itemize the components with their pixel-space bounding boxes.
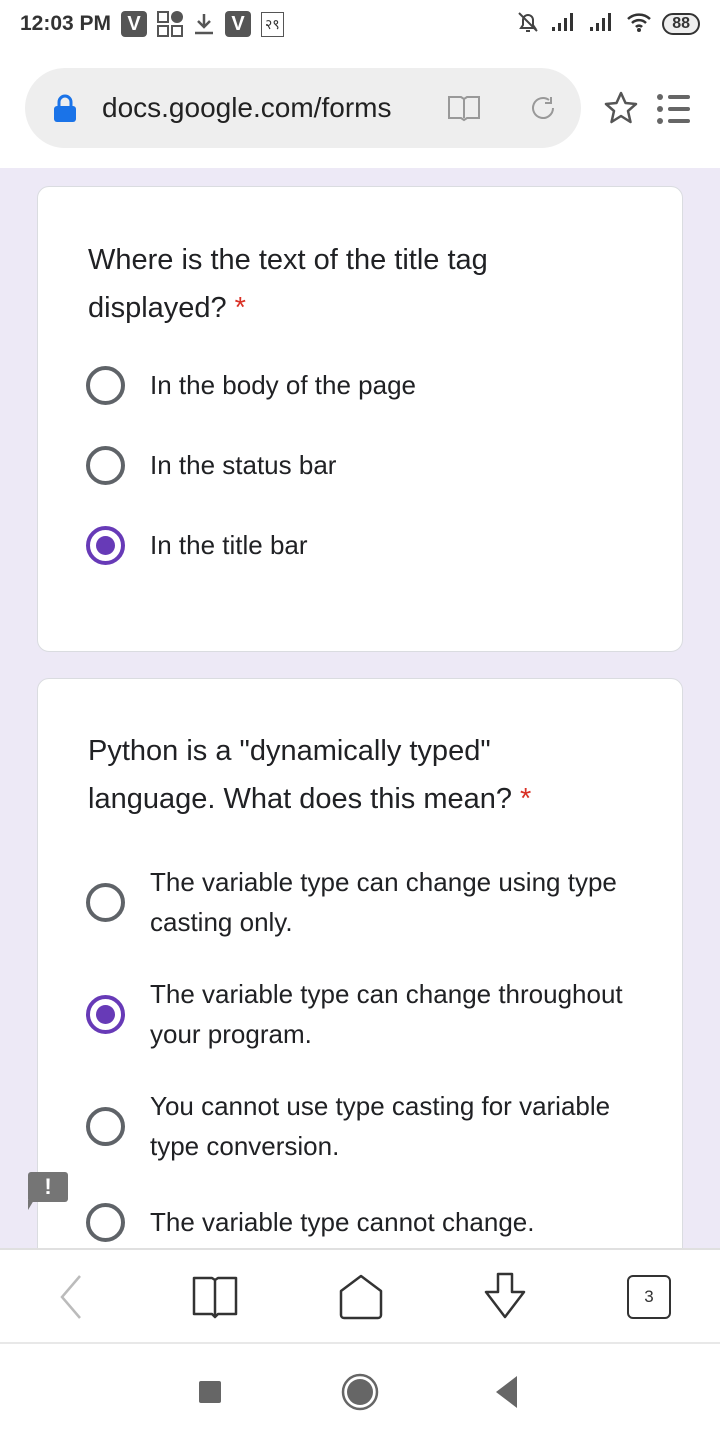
radio-button[interactable] [86, 1106, 125, 1146]
download-arrow-icon[interactable] [480, 1272, 530, 1322]
radio-option[interactable]: The variable type cannot change. [86, 1202, 646, 1242]
radio-button-checked[interactable] [86, 525, 125, 565]
feedback-button[interactable]: ! [28, 1172, 68, 1210]
language-icon: २९ [261, 11, 284, 37]
signal-icon-2 [588, 12, 616, 37]
radio-option-selected[interactable]: In the title bar [86, 525, 646, 565]
radio-option[interactable]: The variable type can change using type … [86, 862, 646, 942]
radio-button[interactable] [86, 445, 125, 485]
required-asterisk: * [520, 783, 532, 815]
radio-option[interactable]: In the status bar [86, 445, 646, 485]
clock: 12:03 PM [20, 12, 112, 35]
status-bar: 12:03 PM V V २९ 88 [0, 0, 720, 48]
app-v-icon: V [121, 11, 148, 37]
radio-option-selected[interactable]: The variable type can change throughout … [86, 974, 646, 1054]
reader-mode-icon[interactable] [447, 94, 481, 127]
question-title: Where is the text of the title tag displ… [88, 236, 608, 332]
battery-indicator: 88 [662, 13, 700, 35]
bookmark-star-icon[interactable] [603, 90, 639, 131]
home-icon[interactable] [336, 1272, 386, 1322]
option-label: The variable type can change throughout … [150, 979, 623, 1049]
option-label: The variable type can change using type … [150, 867, 617, 937]
apps-grid-icon [157, 11, 184, 37]
system-nav-bar [0, 1344, 720, 1440]
lock-icon [53, 94, 77, 127]
radio-option[interactable]: In the body of the page [86, 365, 646, 405]
reload-icon[interactable] [529, 94, 557, 127]
question-text: Where is the text of the title tag displ… [88, 244, 488, 324]
option-label: You cannot use type casting for variable… [150, 1091, 611, 1161]
back-triangle-icon[interactable] [488, 1372, 528, 1412]
tabs-button[interactable]: 3 [624, 1272, 674, 1322]
option-label: The variable type cannot change. [150, 1207, 535, 1237]
menu-list-icon[interactable] [656, 92, 692, 131]
mute-bell-icon [516, 10, 540, 39]
question-card-1: Where is the text of the title tag displ… [37, 186, 683, 652]
radio-button-checked[interactable] [86, 994, 125, 1034]
recents-square-icon[interactable] [190, 1372, 230, 1412]
option-label: In the title bar [150, 530, 308, 560]
question-text: Python is a "dynamically typed" language… [88, 735, 512, 815]
question-title: Python is a "dynamically typed" language… [88, 727, 608, 823]
wifi-icon [626, 12, 652, 37]
address-bar[interactable]: docs.google.com/forms [25, 68, 581, 148]
download-icon [193, 12, 215, 36]
app-v-icon-2: V [225, 11, 252, 37]
browser-toolbar: 3 [0, 1248, 720, 1344]
radio-button[interactable] [86, 1202, 125, 1242]
home-circle-icon[interactable] [340, 1372, 380, 1412]
tab-count: 3 [627, 1275, 671, 1319]
radio-button[interactable] [86, 365, 125, 405]
signal-icon [550, 12, 578, 37]
back-icon[interactable] [46, 1272, 96, 1322]
option-label: In the body of the page [150, 370, 416, 400]
form-page: Where is the text of the title tag displ… [0, 168, 720, 1248]
required-asterisk: * [234, 292, 246, 324]
radio-option[interactable]: You cannot use type casting for variable… [86, 1086, 646, 1166]
radio-button[interactable] [86, 882, 125, 922]
url-text[interactable]: docs.google.com/forms [102, 92, 412, 124]
bookmarks-icon[interactable] [190, 1272, 240, 1322]
option-label: In the status bar [150, 450, 337, 480]
question-card-2: Python is a "dynamically typed" language… [37, 678, 683, 1248]
